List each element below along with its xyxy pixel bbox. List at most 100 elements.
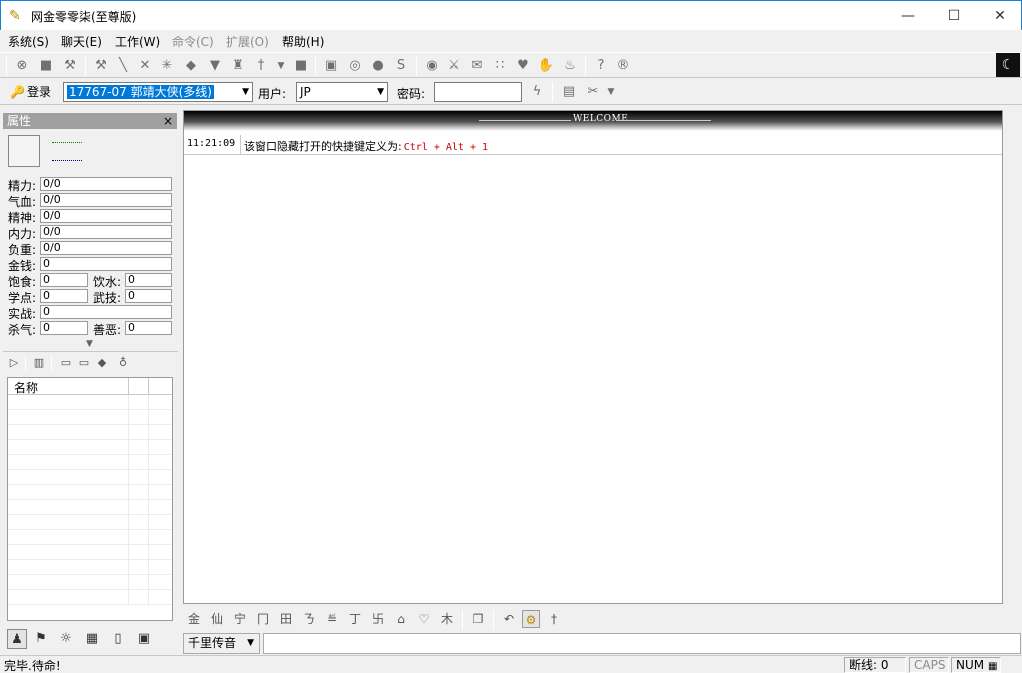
welcome-text: WELCOME: [573, 114, 629, 124]
list-row: [8, 560, 172, 575]
eraser-icon[interactable]: ◆: [94, 355, 110, 371]
dropdown-arrow-icon[interactable]: ▼: [602, 83, 620, 101]
account-select[interactable]: 17767-07 郭靖大侠(多线) ▼: [63, 82, 253, 102]
heart-icon[interactable]: ♡: [415, 610, 433, 628]
stat-label-money: 金钱:: [8, 259, 37, 273]
channel-select[interactable]: 千里传音 ▼: [183, 633, 260, 654]
swastika-icon[interactable]: 卐: [369, 610, 387, 628]
stat-label-load: 负重:: [8, 243, 37, 257]
stat-value-spirit: 0/0: [40, 209, 172, 223]
stop-icon[interactable]: ⊗: [13, 57, 31, 75]
door-icon[interactable]: 冂: [254, 610, 272, 628]
collapse-arrow-icon[interactable]: ▼: [86, 339, 93, 349]
tab-grid-icon[interactable]: ▦: [82, 629, 102, 649]
blade-icon[interactable]: ◆: [182, 57, 200, 75]
lock-icon[interactable]: ■: [37, 57, 55, 75]
gear-icon[interactable]: ⚙: [522, 610, 540, 628]
menu-extend[interactable]: 扩展(O): [226, 33, 269, 50]
column-divider[interactable]: [128, 378, 129, 394]
trash-icon[interactable]: ▥: [31, 355, 47, 371]
tool-icon[interactable]: ⚒: [61, 57, 79, 75]
stat-label-learn-points: 学点:: [8, 291, 37, 305]
footprint-icon[interactable]: ∷: [491, 57, 509, 75]
vertical-scrollbar[interactable]: [1004, 110, 1021, 604]
banner-line: [616, 120, 711, 121]
lightning-icon[interactable]: ϟ: [528, 83, 546, 101]
minimize-button[interactable]: —: [885, 1, 931, 31]
skill-s-icon[interactable]: S: [392, 57, 410, 75]
help-icon[interactable]: ?: [592, 57, 610, 75]
cup-icon[interactable]: ▼: [206, 57, 224, 75]
toolbar-separator: [25, 355, 26, 371]
dropdown-arrow-icon[interactable]: ▼: [272, 57, 290, 75]
dagger-icon[interactable]: †: [545, 610, 563, 628]
menu-command[interactable]: 命令(C): [172, 33, 214, 50]
armor-icon[interactable]: ♜: [229, 57, 247, 75]
tab-calendar-icon[interactable]: ▣: [134, 629, 154, 649]
tab-characters-icon[interactable]: ♟: [7, 629, 27, 649]
stairs-icon[interactable]: ≝: [323, 610, 341, 628]
paint-icon[interactable]: ▤: [560, 83, 578, 101]
column-header-name[interactable]: 名称: [14, 379, 38, 396]
potion-icon[interactable]: ♨: [561, 57, 579, 75]
copy-icon[interactable]: ❐: [469, 610, 487, 628]
settings-tool-icon[interactable]: ✂: [584, 83, 602, 101]
menu-work[interactable]: 工作(W): [115, 33, 160, 50]
glyph-icon[interactable]: 宁: [231, 610, 249, 628]
chevron-down-icon: ▼: [247, 638, 254, 648]
message-divider: [240, 135, 241, 154]
jin-icon[interactable]: 金: [185, 610, 203, 628]
circle-icon[interactable]: ◉: [423, 57, 441, 75]
monitor-icon[interactable]: ▭: [76, 355, 92, 371]
square-grid-icon[interactable]: 田: [277, 610, 295, 628]
keyboard-icon: ▦: [987, 661, 998, 672]
shield-icon[interactable]: ♥: [514, 57, 532, 75]
password-input[interactable]: [434, 82, 522, 102]
xian-icon[interactable]: 仙: [208, 610, 226, 628]
name-list[interactable]: 名称: [7, 377, 173, 621]
spark-icon[interactable]: ✳: [158, 57, 176, 75]
login-button[interactable]: 🔑 登录: [10, 83, 51, 100]
bag-icon[interactable]: ●: [369, 57, 387, 75]
properties-close-button[interactable]: ×: [163, 113, 173, 129]
status-bar: 完毕.待命! 断线: 0 CAPS NUM ▦: [0, 655, 1022, 673]
chat-input[interactable]: [263, 633, 1021, 654]
hook-icon[interactable]: ㄋ: [300, 610, 318, 628]
sword-icon[interactable]: †: [252, 57, 270, 75]
hand-icon[interactable]: ✋: [537, 57, 555, 75]
box-icon[interactable]: ■: [292, 57, 310, 75]
chat-input-row: 千里传音 ▼: [183, 633, 1021, 654]
chat-output[interactable]: WELCOME 11:21:09 该窗口隐藏打开的快捷键定义为: Ctrl + A…: [183, 110, 1003, 604]
tab-sun-icon[interactable]: ☼: [56, 629, 76, 649]
column-divider[interactable]: [148, 378, 149, 394]
tab-book-icon[interactable]: ▯: [108, 629, 128, 649]
list-row: [8, 545, 172, 560]
hammer-icon[interactable]: ⚒: [92, 57, 110, 75]
menu-system[interactable]: 系统(S): [8, 33, 49, 50]
toolbar-separator: [585, 56, 586, 76]
tab-flag-icon[interactable]: ⚑: [31, 629, 51, 649]
axe-icon[interactable]: ⚔: [445, 57, 463, 75]
maximize-button[interactable]: ☐: [931, 1, 977, 31]
window-title: 网金零零柒(至尊版): [31, 10, 137, 24]
staff-icon[interactable]: ╲: [114, 57, 132, 75]
undo-icon[interactable]: ↶: [500, 610, 518, 628]
toolbar-separator: [6, 56, 7, 76]
user-select[interactable]: JP ▼: [296, 82, 388, 102]
bottle-icon[interactable]: ♁: [115, 355, 131, 371]
pillar-icon[interactable]: 丁: [346, 610, 364, 628]
tray-icon[interactable]: ▭: [58, 355, 74, 371]
globe-icon[interactable]: ◎: [346, 57, 364, 75]
stat-value-learn-points: 0: [40, 289, 88, 303]
play-icon[interactable]: ▷: [6, 355, 22, 371]
bell-icon[interactable]: ⌂: [392, 610, 410, 628]
stat-value-killing: 0: [40, 321, 88, 335]
menu-help[interactable]: 帮助(H): [282, 33, 324, 50]
menu-chat[interactable]: 聊天(E): [61, 33, 102, 50]
cross-weapon-icon[interactable]: ✕: [136, 57, 154, 75]
close-button[interactable]: ✕: [977, 1, 1022, 31]
mail-icon[interactable]: ✉: [468, 57, 486, 75]
registered-icon[interactable]: ®: [614, 57, 632, 75]
tree-icon[interactable]: ⽊: [438, 610, 456, 628]
map-icon[interactable]: ▣: [322, 57, 340, 75]
